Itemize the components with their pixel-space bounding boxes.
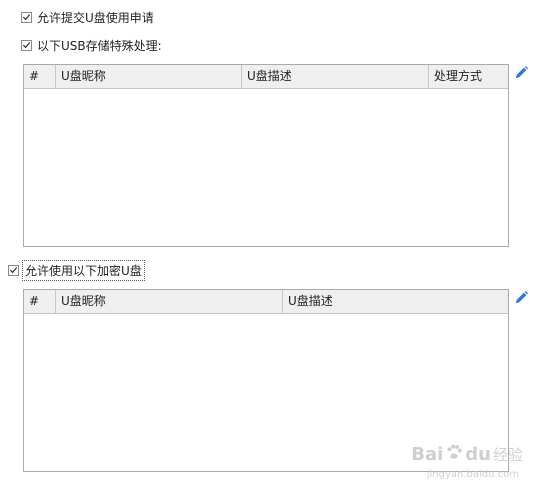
special-usb-checkbox[interactable]	[21, 39, 32, 51]
checkmark-icon	[22, 14, 31, 21]
checkmark-icon	[9, 267, 18, 274]
column-header-nickname[interactable]: U盘昵称	[56, 65, 242, 88]
special-usb-table[interactable]: # U盘昵称 U盘描述 处理方式	[23, 64, 509, 247]
special-usb-option[interactable]: 以下USB存储特殊处理:	[21, 36, 162, 54]
watermark-url: jingyan.baidu.com	[426, 469, 519, 480]
edit-special-usb-pencil-icon[interactable]	[514, 65, 529, 80]
edit-encrypted-usb-pencil-icon[interactable]	[514, 290, 529, 305]
column-header-nickname[interactable]: U盘昵称	[56, 290, 283, 313]
special-usb-label: 以下USB存储特殊处理:	[37, 38, 162, 53]
column-header-description[interactable]: U盘描述	[242, 65, 429, 88]
column-header-description[interactable]: U盘描述	[283, 290, 508, 313]
watermark-text-jy: 经验	[492, 446, 523, 464]
allow-encrypted-label: 允许使用以下加密U盘	[22, 259, 145, 281]
paw-logo-icon	[445, 443, 463, 466]
allow-encrypted-checkbox[interactable]	[8, 264, 19, 276]
encrypted-usb-table-header: # U盘昵称 U盘描述	[24, 290, 508, 314]
checkmark-icon	[22, 42, 31, 49]
baidu-watermark: Bai du 经验	[411, 443, 523, 466]
column-header-index[interactable]: #	[24, 65, 56, 88]
watermark-text-left: Bai	[411, 444, 444, 465]
allow-submit-checkbox[interactable]	[21, 11, 32, 23]
column-header-handling[interactable]: 处理方式	[429, 65, 508, 88]
allow-submit-label: 允许提交U盘使用申请	[37, 10, 154, 25]
column-header-index[interactable]: #	[24, 290, 56, 313]
special-usb-table-header: # U盘昵称 U盘描述 处理方式	[24, 65, 508, 89]
watermark-text-right: du	[465, 444, 491, 465]
allow-submit-option[interactable]: 允许提交U盘使用申请	[21, 8, 154, 26]
allow-encrypted-option[interactable]: 允许使用以下加密U盘	[8, 259, 145, 281]
